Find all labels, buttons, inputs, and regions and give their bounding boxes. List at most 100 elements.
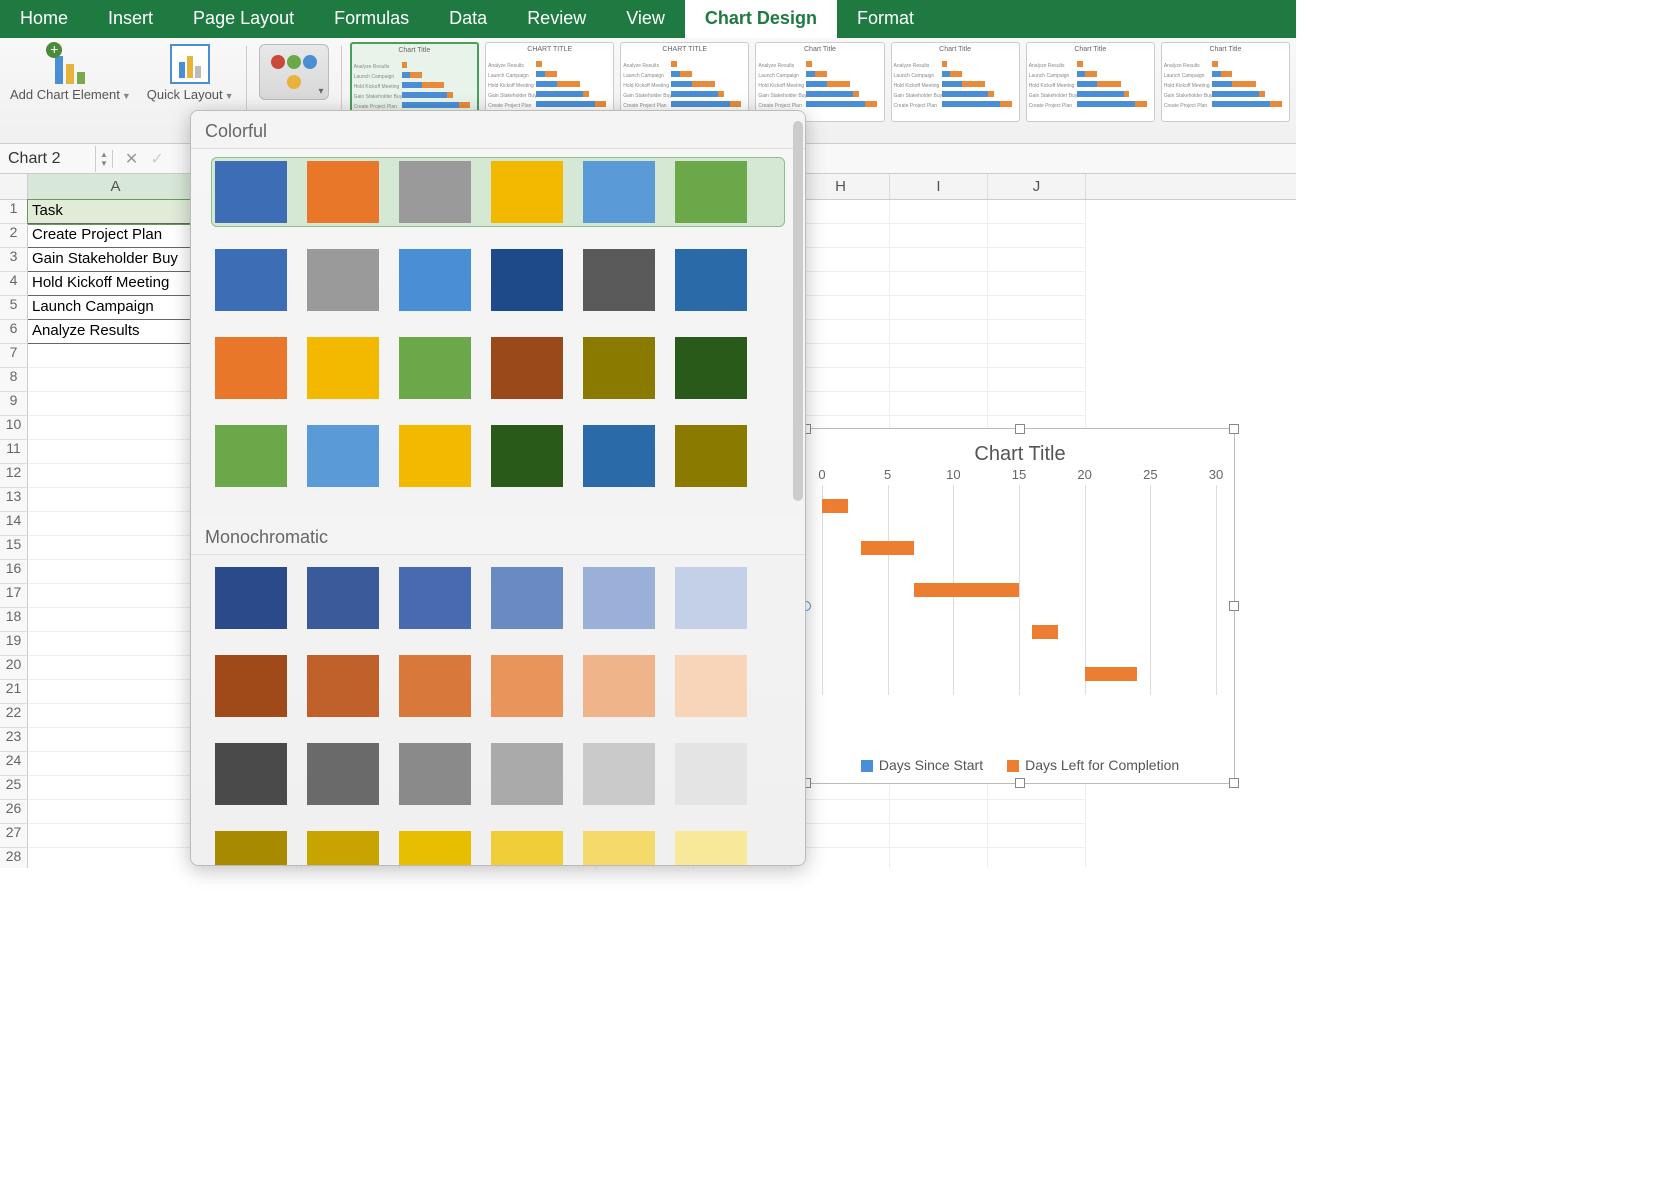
cell[interactable] (28, 536, 204, 560)
chart-style-option[interactable]: Chart TitleAnalyze ResultsLaunch Campaig… (891, 42, 1020, 122)
cell[interactable] (28, 440, 204, 464)
row-header[interactable]: 9 (0, 392, 28, 416)
cell[interactable] (28, 704, 204, 728)
cell[interactable] (792, 848, 890, 868)
cell[interactable] (792, 224, 890, 248)
cell[interactable] (28, 584, 204, 608)
cell[interactable] (890, 824, 988, 848)
cell[interactable] (988, 824, 1086, 848)
cell[interactable] (890, 296, 988, 320)
chart-bar[interactable] (1085, 667, 1138, 681)
cell[interactable] (792, 248, 890, 272)
chart-title[interactable]: Chart Title (806, 443, 1234, 466)
cell[interactable] (890, 200, 988, 224)
color-palette-option[interactable] (211, 739, 785, 809)
row-header[interactable]: 21 (0, 680, 28, 704)
tab-view[interactable]: View (606, 0, 685, 38)
embedded-chart[interactable]: Chart Title 051015202530 Days Since Star… (805, 428, 1235, 784)
row-header[interactable]: 23 (0, 728, 28, 752)
row-header[interactable]: 24 (0, 752, 28, 776)
cell[interactable] (890, 800, 988, 824)
chart-plot-area[interactable]: 051015202530 (822, 485, 1214, 695)
tab-page-layout[interactable]: Page Layout (173, 0, 314, 38)
chart-style-option[interactable]: Chart TitleAnalyze ResultsLaunch Campaig… (1161, 42, 1290, 122)
row-header[interactable]: 12 (0, 464, 28, 488)
cell[interactable] (988, 368, 1086, 392)
row-header[interactable]: 14 (0, 512, 28, 536)
cell[interactable] (28, 464, 204, 488)
row-header[interactable]: 7 (0, 344, 28, 368)
resize-handle[interactable] (1229, 778, 1239, 788)
cell[interactable] (28, 680, 204, 704)
color-palette-option[interactable] (211, 245, 785, 315)
row-header[interactable]: 17 (0, 584, 28, 608)
color-palette-option[interactable] (211, 651, 785, 721)
column-header[interactable]: I (890, 174, 988, 199)
tab-home[interactable]: Home (0, 0, 88, 38)
row-header[interactable]: 25 (0, 776, 28, 800)
cell[interactable] (792, 200, 890, 224)
cell[interactable] (28, 344, 204, 368)
cell[interactable] (890, 392, 988, 416)
cell[interactable] (890, 320, 988, 344)
row-header[interactable]: 5 (0, 296, 28, 320)
cell[interactable] (890, 272, 988, 296)
color-palette-option[interactable] (211, 563, 785, 633)
cell[interactable] (988, 272, 1086, 296)
chart-bar[interactable] (1032, 625, 1058, 639)
cell[interactable] (792, 824, 890, 848)
add-chart-element-group[interactable]: + Add Chart Element▼ (6, 42, 135, 139)
cell[interactable] (792, 296, 890, 320)
tab-format[interactable]: Format (837, 0, 934, 38)
cell[interactable]: Hold Kickoff Meeting (28, 272, 204, 296)
row-header[interactable]: 11 (0, 440, 28, 464)
cell[interactable] (28, 512, 204, 536)
cell[interactable] (28, 656, 204, 680)
resize-handle[interactable] (1229, 601, 1239, 611)
tab-insert[interactable]: Insert (88, 0, 173, 38)
color-palette-option[interactable] (211, 157, 785, 227)
row-header[interactable]: 6 (0, 320, 28, 344)
cell[interactable] (988, 224, 1086, 248)
column-header[interactable]: H (792, 174, 890, 199)
cell[interactable] (28, 416, 204, 440)
cell[interactable] (988, 296, 1086, 320)
resize-handle[interactable] (1015, 778, 1025, 788)
cell[interactable] (988, 800, 1086, 824)
color-palette-option[interactable] (211, 827, 785, 866)
chart-legend[interactable]: Days Since Start Days Left for Completio… (806, 757, 1234, 773)
cell[interactable] (890, 368, 988, 392)
row-header[interactable]: 15 (0, 536, 28, 560)
cell[interactable] (28, 728, 204, 752)
cell[interactable]: Task (28, 200, 204, 224)
name-box-stepper[interactable]: ▲▼ (96, 150, 113, 168)
cell[interactable] (988, 200, 1086, 224)
cell[interactable] (28, 752, 204, 776)
tab-chart-design[interactable]: Chart Design (685, 0, 837, 38)
row-header[interactable]: 27 (0, 824, 28, 848)
cell[interactable] (890, 344, 988, 368)
column-header[interactable]: A (28, 174, 204, 199)
resize-handle[interactable] (1015, 424, 1025, 434)
row-header[interactable]: 2 (0, 224, 28, 248)
cell[interactable] (988, 848, 1086, 868)
resize-handle[interactable] (1229, 424, 1239, 434)
cell[interactable] (28, 608, 204, 632)
cell[interactable]: Create Project Plan (28, 224, 204, 248)
cell[interactable] (792, 368, 890, 392)
change-colors-button[interactable] (259, 44, 329, 100)
cell[interactable] (28, 488, 204, 512)
row-header[interactable]: 4 (0, 272, 28, 296)
scrollbar[interactable] (793, 121, 803, 501)
name-box[interactable]: Chart 2 (0, 146, 96, 172)
cell[interactable] (28, 824, 204, 848)
chart-bar[interactable] (914, 583, 1019, 597)
color-palette-option[interactable] (211, 333, 785, 403)
cell[interactable] (28, 848, 204, 868)
cell[interactable] (792, 272, 890, 296)
cell[interactable]: Launch Campaign (28, 296, 204, 320)
cell[interactable] (28, 392, 204, 416)
cell[interactable] (988, 344, 1086, 368)
cell[interactable] (28, 776, 204, 800)
row-header[interactable]: 13 (0, 488, 28, 512)
